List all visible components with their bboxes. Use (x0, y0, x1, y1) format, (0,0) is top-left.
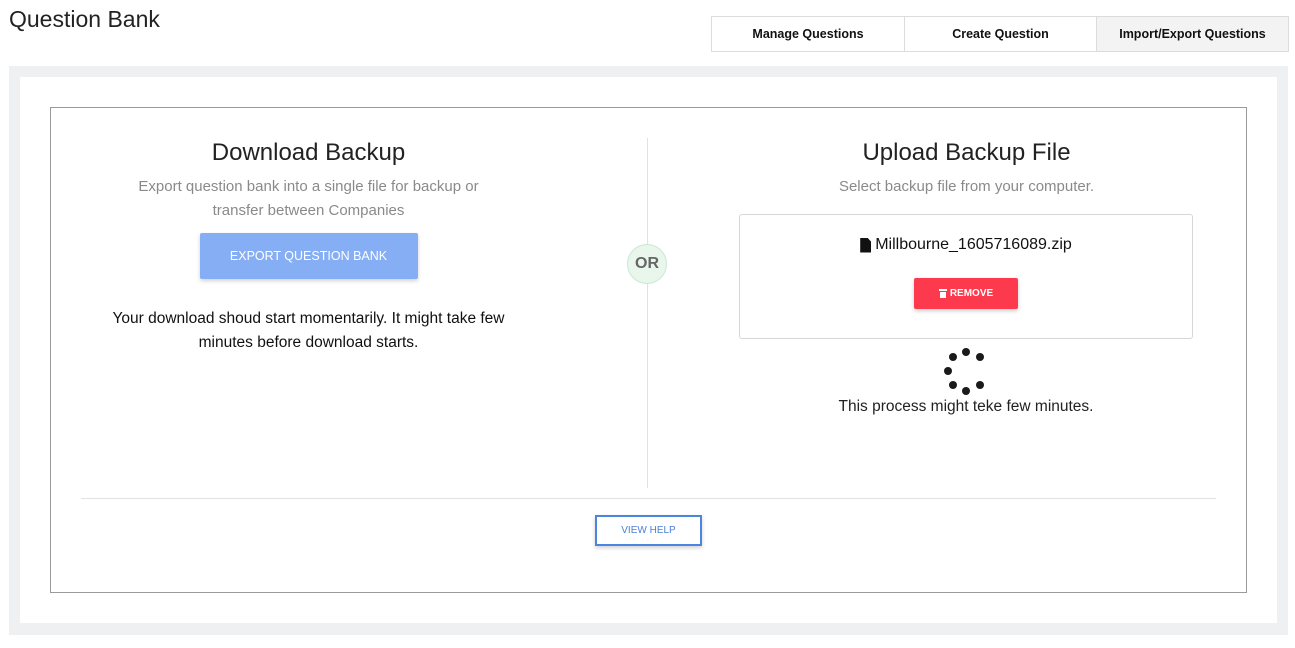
trash-icon (938, 289, 947, 298)
vertical-divider (647, 138, 648, 488)
backup-card: Download Backup Export question bank int… (50, 107, 1247, 593)
download-section: Download Backup Export question bank int… (81, 108, 536, 355)
spinner-dot (976, 381, 984, 389)
spinner-dot (944, 367, 952, 375)
process-note: This process might teke few minutes. (838, 398, 1094, 415)
tab-bar: Manage Questions Create Question Import/… (711, 16, 1289, 52)
content-inner: Download Backup Export question bank int… (20, 77, 1277, 623)
selected-file-box: Millbourne_1605716089.zip REMOVE (739, 214, 1193, 339)
loading-spinner (941, 346, 991, 396)
download-note: Your download shoud start momentarily. I… (112, 310, 505, 351)
content-panel: Download Backup Export question bank int… (9, 66, 1288, 635)
spinner-dot (976, 353, 984, 361)
upload-description: Select backup file from your computer. (838, 178, 1095, 195)
spinner-dot (962, 387, 970, 395)
upload-section: Upload Backup File Select backup file fr… (739, 108, 1194, 199)
horizontal-divider (81, 498, 1216, 499)
export-question-bank-button[interactable]: EXPORT QUESTION BANK (199, 233, 418, 279)
download-description: Export question bank into a single file … (138, 178, 479, 219)
file-name: Millbourne_1605716089.zip (875, 236, 1072, 253)
spinner-dot (949, 381, 957, 389)
tab-import-export-questions[interactable]: Import/Export Questions (1096, 17, 1288, 51)
or-badge: OR (627, 244, 667, 284)
page-title: Question Bank (9, 6, 160, 32)
remove-label: REMOVE (949, 288, 994, 299)
download-title: Download Backup (211, 139, 406, 166)
selected-file: Millbourne_1605716089.zip (740, 236, 1192, 254)
spinner-dot (962, 348, 970, 356)
file-icon (860, 237, 872, 253)
tab-create-question[interactable]: Create Question (904, 17, 1096, 51)
tab-manage-questions[interactable]: Manage Questions (712, 17, 904, 51)
remove-file-button[interactable]: REMOVE (914, 278, 1018, 309)
view-help-button[interactable]: VIEW HELP (595, 515, 702, 546)
upload-title: Upload Backup File (862, 139, 1071, 166)
spinner-dot (949, 353, 957, 361)
